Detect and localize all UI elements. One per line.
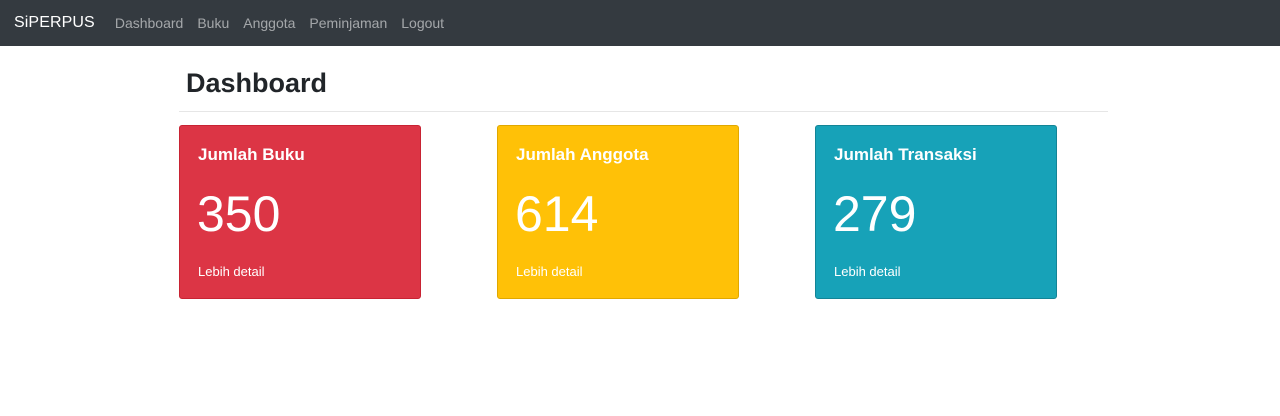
card-detail-link[interactable]: Lebih detail: [834, 264, 901, 279]
nav-link-buku[interactable]: Buku: [197, 15, 229, 31]
main-container: Dashboard Jumlah Buku 350 Lebih detail J…: [179, 46, 1108, 312]
nav-link-peminjaman[interactable]: Peminjaman: [309, 15, 387, 31]
nav-link-dashboard[interactable]: Dashboard: [115, 15, 184, 31]
card-value: 279: [833, 186, 917, 242]
stat-cards: Jumlah Buku 350 Lebih detail Jumlah Angg…: [179, 112, 1108, 312]
card-detail-link[interactable]: Lebih detail: [516, 264, 583, 279]
card-title: Jumlah Anggota: [516, 145, 649, 164]
brand-link[interactable]: SiPERPUS: [14, 14, 95, 32]
card-title: Jumlah Buku: [198, 145, 305, 164]
card-value: 614: [515, 186, 599, 242]
card-detail-link[interactable]: Lebih detail: [198, 264, 265, 279]
card-jumlah-buku: Jumlah Buku 350 Lebih detail: [179, 125, 421, 299]
top-navbar: SiPERPUS Dashboard Buku Anggota Peminjam…: [0, 0, 1280, 46]
card-value: 350: [197, 186, 281, 242]
card-jumlah-anggota: Jumlah Anggota 614 Lebih detail: [497, 125, 739, 299]
page-title: Dashboard: [179, 46, 1108, 112]
nav-link-anggota[interactable]: Anggota: [243, 15, 295, 31]
card-title: Jumlah Transaksi: [834, 145, 977, 164]
card-jumlah-transaksi: Jumlah Transaksi 279 Lebih detail: [815, 125, 1057, 299]
nav-link-logout[interactable]: Logout: [401, 15, 444, 31]
